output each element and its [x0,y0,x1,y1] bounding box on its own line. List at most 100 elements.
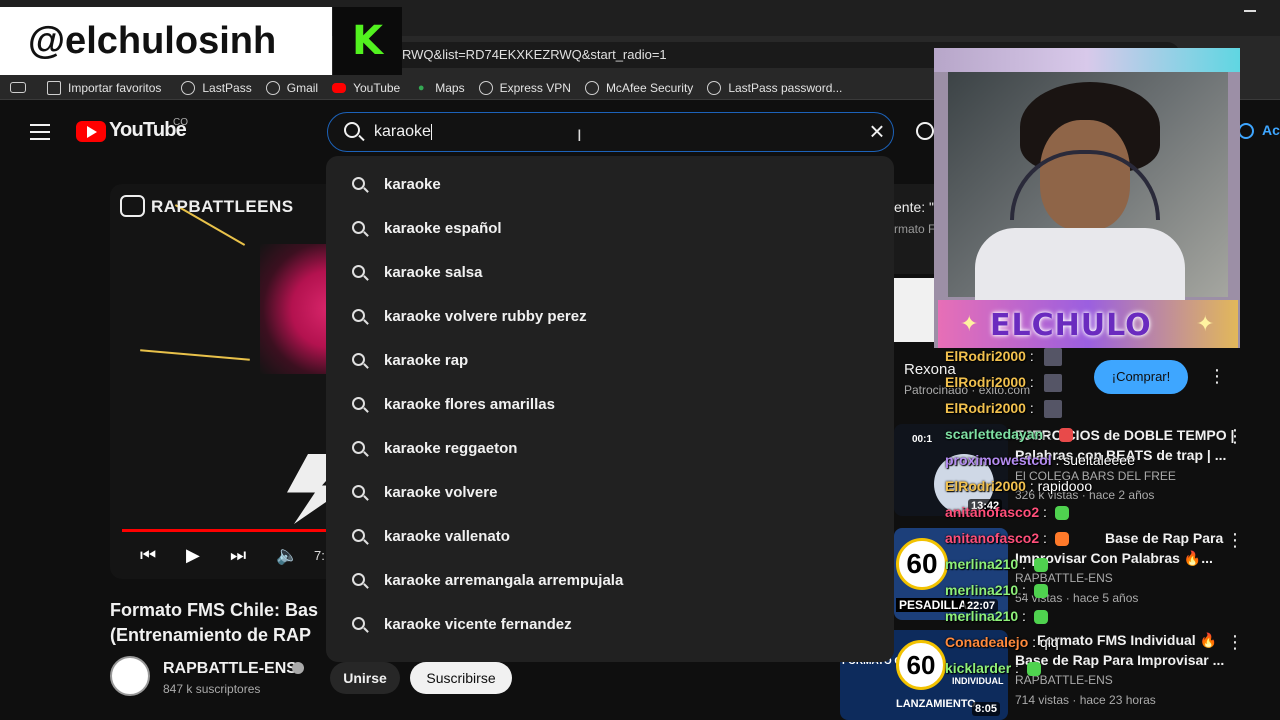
search-button-icon[interactable] [916,122,934,140]
chat-emote-icon [1033,584,1048,599]
channel-avatar[interactable] [110,656,150,696]
search-icon [352,309,365,322]
suggestion-item[interactable]: karaoke vallenato [326,515,894,559]
text-cursor-icon: I [577,126,582,145]
menu-icon[interactable] [30,124,50,140]
subscribe-button[interactable]: Suscribirse [410,662,512,694]
chat-user: merlina210 [945,556,1019,572]
suggestion-item[interactable]: karaoke arremangala arrempujala [326,559,894,603]
video-title: Formato FMS Chile: Bas [110,600,319,620]
sparkle-icon: ✦ [1196,312,1215,337]
search-icon [352,221,365,234]
minimize-icon[interactable] [1244,10,1256,12]
suggestion-text: karaoke [384,176,441,193]
chat-emote-icon [1043,374,1062,393]
search-icon [352,485,365,498]
suggestion-item[interactable]: karaoke español [326,207,894,251]
search-icon [352,353,365,366]
suggestion-text: karaoke volvere rubby perez [384,308,587,325]
search-icon [352,573,365,586]
suggestion-item[interactable]: karaoke salsa [326,251,894,295]
sparkle-icon: ✦ [960,312,979,337]
suggestion-item[interactable]: karaoke volvere rubby perez [326,295,894,339]
bookmark-item[interactable]: LastPass [181,80,252,95]
chat-user: kicklarder [945,660,1012,676]
webcam-frame-decoration [934,48,1240,72]
account-icon[interactable] [1238,123,1254,139]
bookmark-sidebar-toggle[interactable] [10,82,33,93]
bookmark-item[interactable]: McAfee Security [584,80,693,95]
more-options-icon[interactable]: ⋮ [1226,530,1244,551]
suggestion-item[interactable]: karaoke volvere [326,471,894,515]
suggestion-item[interactable]: karaoke [326,163,894,207]
suggestion-item[interactable]: karaoke reggaeton [326,427,894,471]
more-options-icon[interactable]: ⋮ [1226,632,1244,653]
buy-button[interactable]: ¡Comprar! [1094,360,1188,394]
chat-emote-icon [1058,428,1073,443]
kick-logo-letter: K [352,18,383,64]
search-icon [352,265,365,278]
previous-icon[interactable]: ⏮ [140,545,156,566]
chat-message: ElRodri2000 : [945,348,1062,367]
globe-icon [265,80,280,95]
suggestion-item[interactable]: karaoke flores amarillas [326,383,894,427]
bookmark-item[interactable]: Importar favoritos [47,80,161,95]
text-caret [431,124,432,140]
globe-icon [707,80,722,95]
suggestion-item[interactable]: karaoke rap [326,339,894,383]
webcam-banner-name: ELCHULO [990,308,1152,343]
volume-icon[interactable]: 🔈 [276,545,298,566]
channel-name[interactable]: RAPBATTLE-ENS [163,660,297,678]
search-icon [352,529,365,542]
country-code: CO [173,117,188,128]
suggestion-text: karaoke flores amarillas [384,396,555,413]
sign-in-label[interactable]: Ac [1262,122,1280,138]
bookmark-label: YouTube [353,80,401,95]
chat-emote-icon [1054,532,1069,547]
clear-search-icon[interactable]: × [866,118,888,144]
join-button[interactable]: Unirse [330,662,400,694]
youtube-icon [332,82,347,93]
bookmark-label: Express VPN [499,80,571,95]
chat-message: kicklarder : [945,660,1041,677]
more-options-icon[interactable]: ⋮ [1208,366,1226,387]
video-player[interactable] [110,184,340,579]
video-title-line2: (Entrenamiento de RAP [110,625,312,645]
suggestion-text: karaoke vicente fernandez [384,616,572,633]
thumbnail-badge: 60 [896,538,948,590]
chat-emote-icon [1026,662,1041,677]
chat-user: ElRodri2000 [945,400,1026,416]
chat-message: Conadealejo : qiq [945,634,1059,650]
suggestion-item[interactable]: karaoke vicente fernandez [326,603,894,647]
youtube-logo-icon[interactable] [76,121,106,142]
play-icon[interactable]: ▶ [186,545,200,566]
video-progress-bar[interactable] [122,529,332,532]
suggestion-text: karaoke español [384,220,502,237]
video-title-line2[interactable]: Base de Rap Para Improvisar ... [1015,650,1224,670]
suggestion-text: karaoke salsa [384,264,483,281]
video-brand-text: RAPBATTLEENS [151,197,294,216]
video-meta: 714 vistas · hace 23 horas [1015,693,1156,707]
chat-user: ElRodri2000 [945,348,1026,364]
bookmark-item[interactable]: Express VPN [478,80,571,95]
suggestion-text: karaoke rap [384,352,469,369]
chat-user: anitanofasco2 [945,504,1040,520]
kick-logo: K [333,7,402,75]
search-icon [344,122,360,138]
more-options-icon[interactable]: ⋮ [1226,426,1244,447]
thumbnail-time-label: 00:1 [912,434,933,445]
bookmark-item[interactable]: ● Maps [414,81,465,95]
chat-text: qiq [1039,634,1059,650]
bookmark-item[interactable]: YouTube [332,81,400,95]
ad-thumbnail[interactable] [894,278,934,342]
bookmark-item[interactable]: Gmail [265,80,318,95]
chat-user: merlina210 [945,608,1019,624]
instagram-icon [120,195,145,217]
chat-user: ElRodri2000 [945,374,1026,390]
next-icon[interactable]: ⏭ [230,545,246,566]
chat-text: sueltaleeee [1063,452,1135,468]
bookmark-item[interactable]: LastPass password... [707,80,842,95]
search-input[interactable] [374,120,854,144]
chat-message: anitanofasco2 : [945,530,1069,547]
chat-emote-icon [1043,348,1062,367]
